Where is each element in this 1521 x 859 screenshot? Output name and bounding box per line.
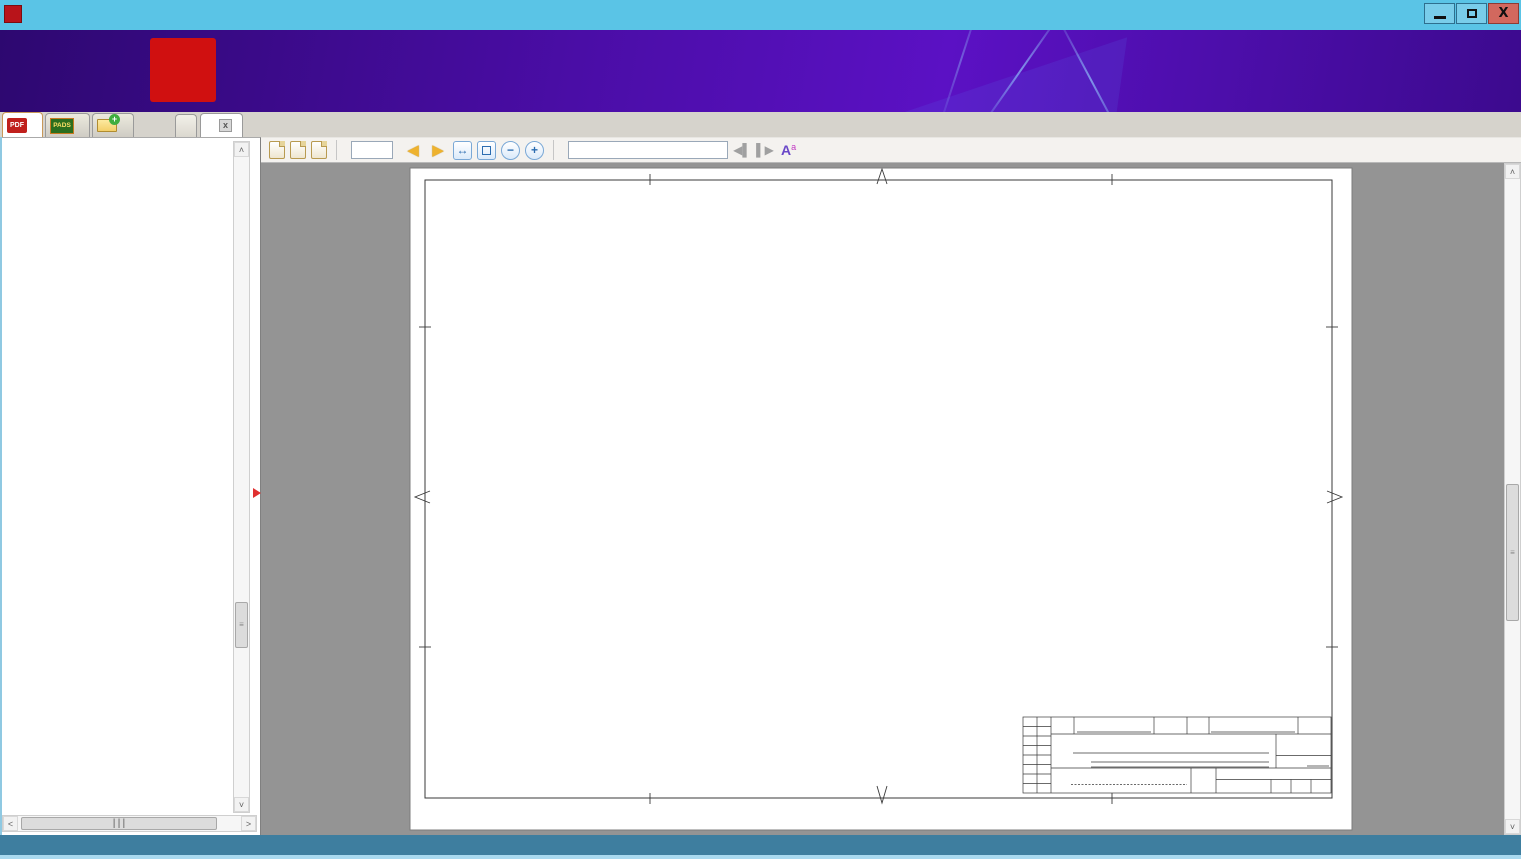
sidebar-vscrollbar[interactable]: ˄ ≡ ˅ [233,141,250,813]
scroll-down-icon[interactable]: ˅ [1505,819,1520,834]
toolbar-separator [553,140,554,160]
fit-width-button[interactable]: ↔ [453,140,472,160]
close-icon: X [1498,6,1509,21]
window-edge [0,137,2,835]
maximize-button[interactable] [1456,3,1487,24]
schematic-canvas[interactable] [261,163,1504,835]
scrollbar-thumb[interactable]: ≡ [235,602,248,648]
page-number-input[interactable] [351,141,393,159]
single-page-icon[interactable] [269,141,285,159]
zoom-in-button[interactable]: + [525,140,544,160]
scroll-down-icon[interactable]: ˅ [234,797,249,812]
sidebar-hscrollbar[interactable]: < ┃┃┃ > [2,815,257,832]
scroll-up-icon[interactable]: ˄ [1505,164,1520,179]
pdf-icon: PDF [7,117,27,133]
banner [0,30,1521,112]
scroll-up-icon[interactable]: ˄ [234,142,249,157]
tab-bar: PDF PADS x [0,112,1521,137]
pads-icon: PADS [50,117,74,134]
main-vscrollbar[interactable]: ˄ ≡ ˅ [1504,163,1521,835]
app-window: X PDF PADS x [0,0,1521,859]
titlebar: X [0,0,1521,30]
doc-tab-welcome[interactable] [175,114,197,137]
splitter-collapse-icon[interactable] [253,488,261,498]
scroll-right-icon[interactable]: > [241,816,256,831]
find-previous-icon[interactable]: ◀▌ [733,142,751,158]
minimize-icon [1433,16,1446,19]
tab-schematic[interactable]: PDF [2,112,43,137]
pdf-toolbar: ◀ ▶ ↔ − + ◀▌ ▌▶ Aa [261,137,1521,163]
minimize-button[interactable] [1424,3,1455,24]
scrollbar-thumb[interactable]: ┃┃┃ [21,817,217,830]
zoom-out-button[interactable]: − [501,140,520,160]
find-input[interactable] [568,141,728,159]
maximize-icon [1466,9,1477,18]
prev-page-button[interactable]: ◀ [403,140,423,160]
copy-page-down-icon[interactable] [311,141,327,159]
fit-page-button[interactable] [477,140,496,160]
find-next-icon[interactable]: ▌▶ [756,142,774,158]
scroll-left-icon[interactable]: < [3,816,18,831]
toolbar-separator [336,140,337,160]
doc-tab-current[interactable]: x [200,113,243,137]
fit-page-icon [482,145,491,155]
status-bar [0,835,1521,855]
match-case-icon[interactable]: Aa [781,143,796,158]
file-tree [2,142,234,816]
copy-page-up-icon[interactable] [290,141,306,159]
app-logo-icon [4,5,22,23]
brand-logo [150,38,216,102]
window-edge [0,855,1521,859]
tab-share[interactable] [92,113,134,137]
schematic-page [261,163,1504,835]
share-folder-icon [97,114,120,132]
tab-layout[interactable]: PADS [45,113,90,137]
sidebar: ˄ ≡ ˅ < ┃┃┃ > [0,137,261,835]
scrollbar-thumb[interactable]: ≡ [1506,484,1519,621]
close-button[interactable]: X [1488,3,1519,24]
close-doc-icon[interactable]: x [219,119,232,132]
next-page-button[interactable]: ▶ [428,140,448,160]
